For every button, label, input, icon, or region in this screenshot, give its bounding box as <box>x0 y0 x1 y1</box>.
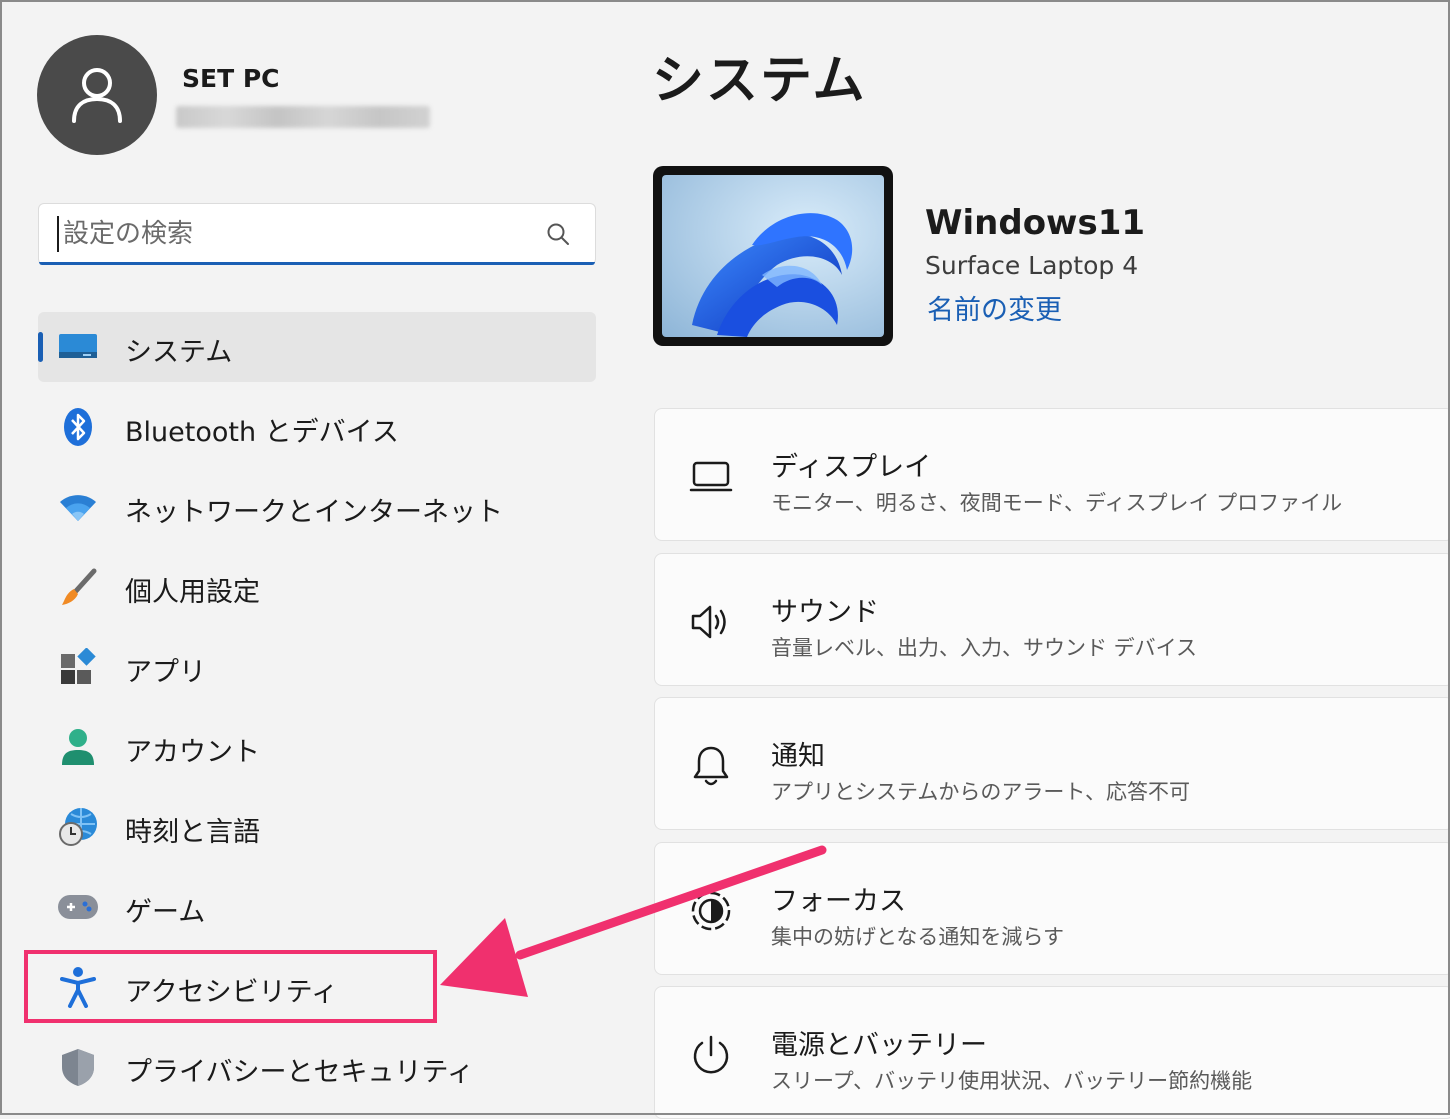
globe-clock-icon <box>56 807 100 847</box>
sidebar-item-network[interactable]: ネットワークとインターネット <box>38 472 596 542</box>
search-input[interactable] <box>57 216 523 252</box>
settings-card-sound[interactable]: サウンド 音量レベル、出力、入力、サウンド デバイス <box>654 553 1450 686</box>
card-title: ディスプレイ <box>771 452 932 483</box>
sidebar-item-label: ゲーム <box>125 897 206 928</box>
settings-card-display[interactable]: ディスプレイ モニター、明るさ、夜間モード、ディスプレイ プロファイル <box>654 408 1450 541</box>
card-title: 電源とバッテリー <box>771 1030 987 1061</box>
search-box[interactable] <box>38 203 596 265</box>
sidebar-item-label: 個人用設定 <box>125 577 260 608</box>
sidebar-item-label: アプリ <box>125 657 206 688</box>
search-icon[interactable] <box>545 221 571 247</box>
account-name: SET PC <box>182 64 280 93</box>
device-model: Surface Laptop 4 <box>925 251 1139 280</box>
sidebar-item-label: アカウント <box>125 737 260 768</box>
sidebar-item-personalization[interactable]: 個人用設定 <box>38 552 596 622</box>
page-title: システム <box>652 51 867 111</box>
sidebar-item-label: 時刻と言語 <box>125 817 260 848</box>
monitor-icon <box>56 327 100 367</box>
card-title: フォーカス <box>771 886 906 917</box>
sidebar-item-apps[interactable]: アプリ <box>38 632 596 702</box>
settings-card-notifications[interactable]: 通知 アプリとシステムからのアラート、応答不可 <box>654 697 1450 830</box>
sidebar-item-accounts[interactable]: アカウント <box>38 712 596 782</box>
sidebar-item-privacy-security[interactable]: プライバシーとセキュリティ <box>38 1032 596 1102</box>
sidebar-item-time-language[interactable]: 時刻と言語 <box>38 792 596 862</box>
display-icon <box>685 453 737 501</box>
speaker-icon <box>685 598 737 646</box>
power-icon <box>685 1031 737 1079</box>
sidebar-item-label: ネットワークとインターネット <box>125 497 503 528</box>
card-title: サウンド <box>771 597 879 628</box>
bell-icon <box>685 742 737 790</box>
annotation-highlight-box <box>24 950 437 1023</box>
avatar[interactable] <box>37 35 157 155</box>
apps-icon <box>56 647 100 687</box>
sidebar-item-system[interactable]: システム <box>38 312 596 382</box>
focus-icon <box>685 887 737 935</box>
card-subtitle: スリープ、バッテリ使用状況、バッテリー節約機能 <box>771 1069 1253 1093</box>
wifi-icon <box>56 487 100 527</box>
gamepad-icon <box>56 887 100 927</box>
card-subtitle: 集中の妨げとなる通知を減らす <box>771 925 1064 949</box>
device-thumbnail <box>653 166 893 346</box>
sidebar-item-label: システム <box>125 337 233 368</box>
rename-link[interactable]: 名前の変更 <box>927 288 1062 327</box>
sidebar-item-label: プライバシーとセキュリティ <box>125 1057 474 1088</box>
device-name: Windows11 <box>925 203 1146 243</box>
card-subtitle: モニター、明るさ、夜間モード、ディスプレイ プロファイル <box>771 491 1343 515</box>
person-icon <box>56 727 100 767</box>
person-outline-icon <box>72 68 122 123</box>
selection-indicator <box>38 332 43 362</box>
sidebar-item-label: Bluetooth とデバイス <box>125 417 399 448</box>
card-subtitle: 音量レベル、出力、入力、サウンド デバイス <box>771 636 1198 660</box>
sidebar-item-gaming[interactable]: ゲーム <box>38 872 596 942</box>
bluetooth-icon <box>56 407 100 447</box>
settings-card-focus[interactable]: フォーカス 集中の妨げとなる通知を減らす <box>654 842 1450 975</box>
sidebar-item-bluetooth[interactable]: Bluetooth とデバイス <box>38 392 596 462</box>
card-title: 通知 <box>771 741 825 772</box>
brush-icon <box>56 567 100 607</box>
account-email-redacted <box>176 106 430 128</box>
card-subtitle: アプリとシステムからのアラート、応答不可 <box>771 780 1190 804</box>
shield-icon <box>56 1047 100 1087</box>
settings-card-power[interactable]: 電源とバッテリー スリープ、バッテリ使用状況、バッテリー節約機能 <box>654 986 1450 1119</box>
